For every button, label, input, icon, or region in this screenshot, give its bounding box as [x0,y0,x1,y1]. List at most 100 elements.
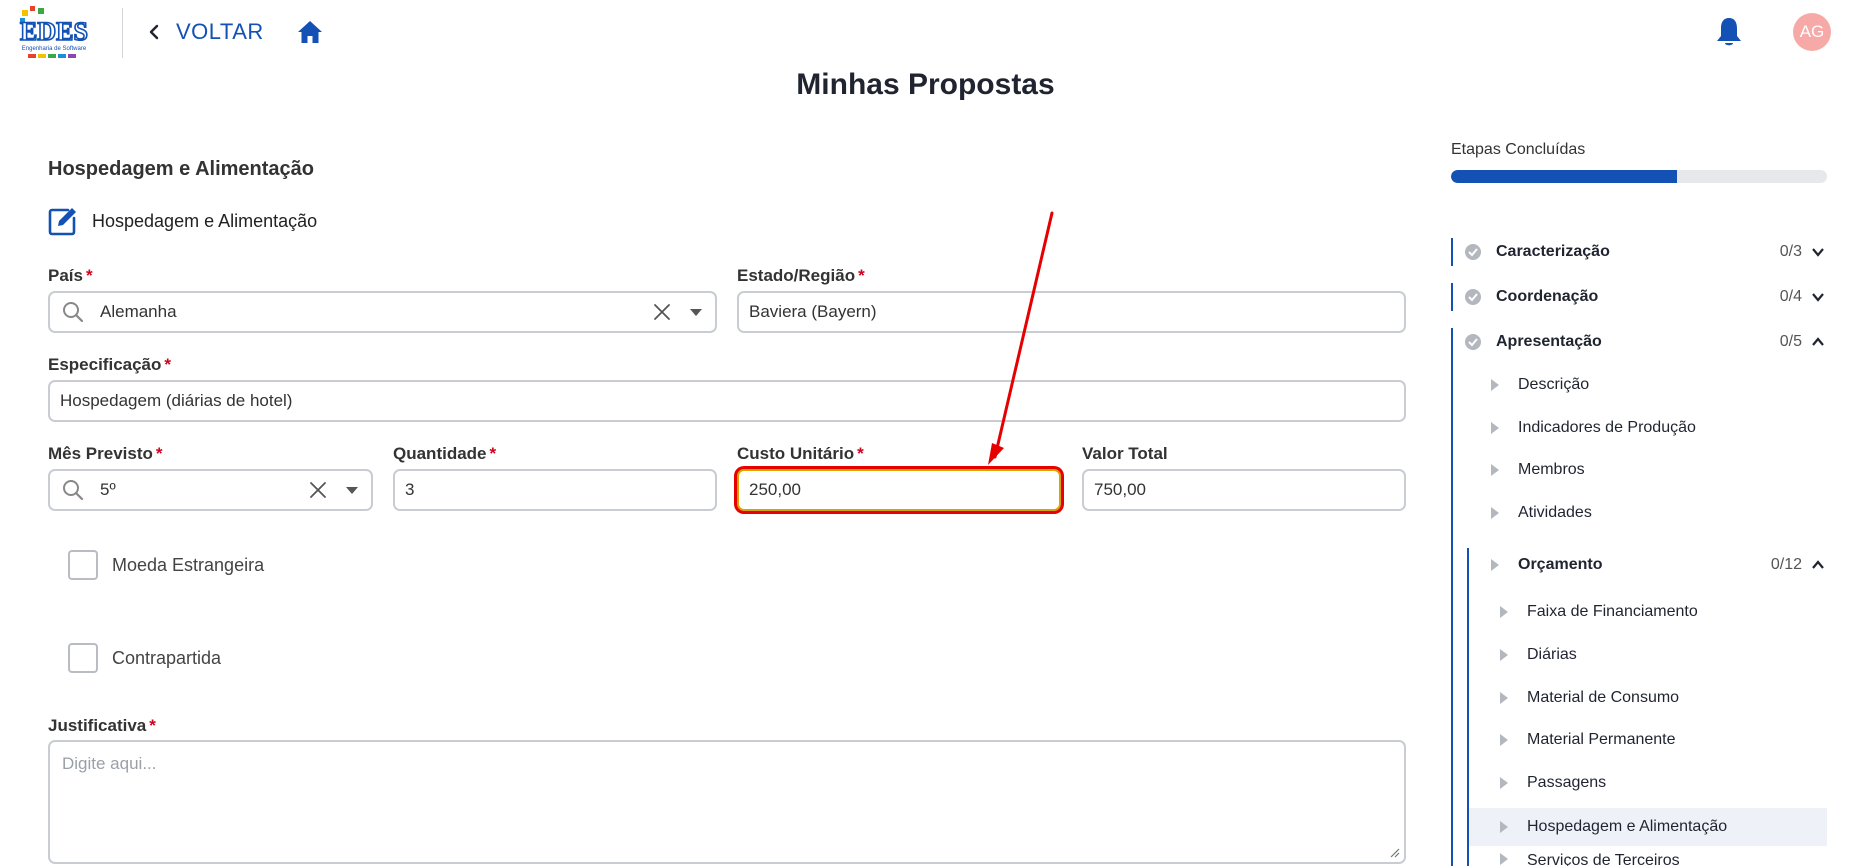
caret-right-icon [1491,507,1499,519]
sidebar-item-diarias[interactable]: Diárias [1499,638,1849,672]
chevron-up-icon[interactable] [1810,557,1826,573]
sidebar-section-coordenacao[interactable]: Coordenação 0/4 [1464,281,1826,313]
sidebar-section-apresentacao[interactable]: Apresentação 0/5 [1464,326,1826,358]
sidebar-item-label: Diárias [1527,646,1577,663]
sidebar-item-label: Membros [1518,461,1585,478]
section-label: Caracterização [1496,243,1610,260]
section-label: Orçamento [1518,556,1603,573]
custo-label: Custo Unitário * [737,444,864,463]
chevron-down-icon[interactable] [1810,244,1826,260]
sidebar-item-label: Material de Consumo [1527,689,1680,706]
caret-right-icon [1500,734,1508,746]
sidebar-item-atividades[interactable]: Atividades [1490,496,1840,530]
section-label: Apresentação [1496,333,1602,350]
progress-bar [1451,170,1827,183]
caret-down-icon[interactable] [345,485,359,495]
pais-label: País * [48,266,93,285]
check-circle-icon [1465,334,1481,350]
home-icon[interactable] [296,18,324,46]
valor-total-value: 750,00 [1094,480,1146,499]
justificativa-label: Justificativa * [48,716,156,735]
section-count: 0/4 [1779,288,1802,305]
sidebar-item-label: Indicadores de Produção [1518,419,1696,436]
custo-unitario-input[interactable]: 250,00 [737,469,1061,511]
check-circle-icon [1465,244,1481,260]
sidebar-item-label: Passagens [1527,774,1607,791]
especificacao-input[interactable]: Hospedagem (diárias de hotel) [48,380,1406,422]
sidebar-item-label: Hospedagem e Alimentação [1527,818,1728,835]
search-icon [63,480,84,501]
mes-value: 5º [100,480,116,499]
caret-right-icon [1491,464,1499,476]
sidebar-item-hospedagem[interactable]: Hospedagem e Alimentação [1469,808,1827,846]
pais-select[interactable]: Alemanha [48,291,717,333]
estado-input[interactable]: Baviera (Bayern) [737,291,1406,333]
sidebar-item-membros[interactable]: Membros [1490,453,1840,487]
custo-value: 250,00 [749,480,801,499]
section-count: 0/12 [1770,556,1802,573]
sidebar-item-material-permanente[interactable]: Material Permanente [1499,723,1849,757]
caret-right-icon [1500,649,1508,661]
top-bar: EDES Engenharia de Software VOLTAR AG [0,0,1851,64]
back-button[interactable]: VOLTAR [146,14,264,50]
quantidade-label: Quantidade * [393,444,497,463]
justificativa-placeholder: Digite aqui... [62,754,157,773]
caret-down-icon[interactable] [689,307,703,317]
quantidade-value: 3 [405,480,415,499]
header-divider [122,8,123,58]
sidebar-section-caracterizacao[interactable]: Caracterização 0/3 [1464,236,1826,268]
search-icon [63,302,84,323]
user-avatar[interactable]: AG [1793,13,1831,51]
sidebar-item-material-consumo[interactable]: Material de Consumo [1499,681,1849,715]
justificativa-textarea[interactable]: Digite aqui... [48,740,1406,864]
resize-handle-icon[interactable] [1388,846,1400,858]
moeda-estrangeira-row: Moeda Estrangeira [68,550,264,580]
section-count: 0/5 [1779,333,1802,350]
sidebar-line [1451,328,1453,866]
progress-fill [1451,170,1677,183]
chevron-up-icon[interactable] [1810,334,1826,350]
estado-value: Baviera (Bayern) [749,302,877,321]
edit-icon[interactable] [48,206,78,236]
chevron-down-icon[interactable] [1810,289,1826,305]
section-title: Hospedagem e Alimentação [48,158,315,180]
sidebar-item-label: Material Permanente [1527,731,1676,748]
sidebar-item-passagens[interactable]: Passagens [1499,766,1849,800]
sidebar-item-label: Faixa de Financiamento [1527,603,1698,620]
moeda-estrangeira-checkbox[interactable] [68,550,98,580]
steps-title: Etapas Concluídas [1451,141,1586,158]
sidebar-section-orcamento[interactable]: Orçamento 0/12 [1490,549,1826,581]
sidebar-item-descricao[interactable]: Descrição [1490,368,1840,402]
pais-value: Alemanha [100,302,177,321]
caret-right-icon [1491,422,1499,434]
section-count: 0/3 [1779,243,1802,260]
notification-bell-icon[interactable] [1715,16,1743,48]
valor-total-input[interactable]: 750,00 [1082,469,1406,511]
clear-icon[interactable] [653,303,671,321]
svg-text:EDES: EDES [20,17,88,46]
caret-right-icon [1491,559,1499,571]
caret-right-icon [1500,853,1508,865]
svg-text:Engenharia de Software: Engenharia de Software [22,46,87,52]
contrapartida-checkbox[interactable] [68,643,98,673]
sidebar-item-indicadores[interactable]: Indicadores de Produção [1490,411,1840,445]
especificacao-label: Especificação * [48,355,172,374]
mes-label: Mês Previsto * [48,444,163,463]
caret-right-icon [1500,821,1508,833]
edes-logo: EDES Engenharia de Software [18,4,90,62]
mes-select[interactable]: 5º [48,469,373,511]
clear-icon[interactable] [309,481,327,499]
chevron-left-icon [149,24,159,40]
subheader-label: Hospedagem e Alimentação [92,210,318,231]
sidebar-item-faixa[interactable]: Faixa de Financiamento [1499,595,1849,629]
quantidade-input[interactable]: 3 [393,469,717,511]
sidebar-item-servicos[interactable]: Serviços de Terceiros [1499,852,1849,866]
back-label: VOLTAR [176,19,264,44]
valor-total-label: Valor Total [1082,444,1168,463]
caret-right-icon [1500,606,1508,618]
sidebar-item-label: Atividades [1518,504,1592,521]
sidebar-item-label: Descrição [1518,376,1590,393]
caret-right-icon [1500,777,1508,789]
sidebar-line [1451,238,1453,266]
contrapartida-label: Contrapartida [112,647,222,668]
